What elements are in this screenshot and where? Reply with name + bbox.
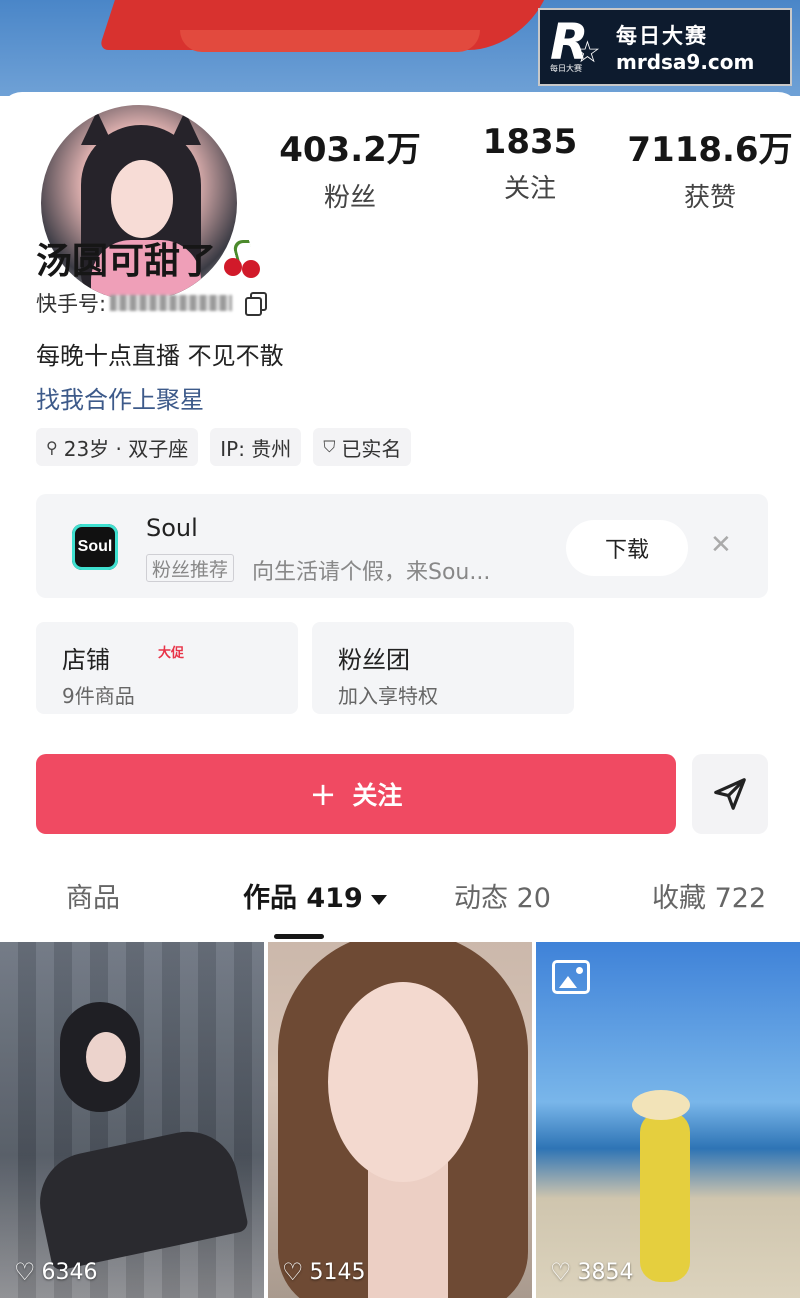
stat-label: 关注: [503, 174, 556, 204]
post-likes: ♡ 5145: [282, 1258, 366, 1286]
post-likes: ♡ 6346: [14, 1258, 98, 1286]
shop-title: 店铺: [62, 646, 110, 674]
search-icon: ⚲: [46, 437, 58, 457]
post-likes: ♡ 3854: [550, 1258, 634, 1286]
heart-icon: ♡: [14, 1258, 36, 1286]
kuaishou-id: 快手号:: [36, 288, 268, 318]
stat-value: 1835: [482, 122, 578, 162]
heart-icon: ♡: [550, 1258, 572, 1286]
ad-app-name: Soul: [146, 514, 198, 542]
like-count: 3854: [577, 1259, 634, 1285]
shop-card[interactable]: 店铺 大促 9件商品: [36, 622, 298, 714]
stat-following[interactable]: 1835 关注: [440, 122, 620, 214]
tab-favorites[interactable]: 收藏 722: [652, 876, 766, 915]
stat-value: 403.2万: [279, 130, 421, 170]
cherry-icon: [222, 238, 262, 278]
ad-card-soul[interactable]: Soul Soul 粉丝推荐 向生活请个假，来Sou... 下载 ✕: [36, 494, 768, 598]
watermark: R ☆ 每日大赛 每日大赛 mrdsa9.com: [538, 8, 792, 86]
ad-description: 向生活请个假，来Sou...: [252, 560, 491, 585]
stat-label: 获赞: [683, 183, 736, 213]
works-grid: ♡ 6346 ♡ 5145 ♡ 3854: [0, 942, 800, 1298]
tag-verified: ⛉ 已实名: [313, 428, 412, 466]
collab-link[interactable]: 找我合作上聚星: [36, 380, 204, 415]
tag-ip: IP: 贵州: [210, 428, 302, 466]
follow-button[interactable]: + 关注: [36, 754, 676, 834]
profile-tags: ⚲ 23岁 · 双子座 IP: 贵州 ⛉ 已实名: [36, 428, 412, 466]
profile-card: 403.2万 粉丝 1835 关注 7118.6万 获赞 汤圆可甜了 快手号: …: [0, 92, 800, 1298]
post-thumbnail[interactable]: ♡ 5145: [268, 942, 532, 1298]
fan-club-title: 粉丝团: [338, 646, 410, 674]
caret-down-icon: [370, 894, 387, 905]
stat-likes[interactable]: 7118.6万 获赞: [620, 122, 800, 214]
post-thumbnail[interactable]: ♡ 6346: [0, 942, 264, 1298]
soul-app-icon: Soul: [72, 524, 118, 570]
close-icon[interactable]: ✕: [710, 530, 732, 560]
stat-value: 7118.6万: [627, 130, 793, 170]
banner-flag-fold: [180, 30, 480, 52]
watermark-brand: 每日大赛: [616, 24, 708, 48]
heart-icon: ♡: [282, 1258, 304, 1286]
shop-subtitle: 9件商品: [62, 684, 135, 708]
watermark-logo-sub: 每日大赛: [550, 64, 582, 73]
plus-icon: +: [309, 775, 337, 813]
profile-stats: 403.2万 粉丝 1835 关注 7118.6万 获赞: [260, 122, 800, 214]
profile-banner: R ☆ 每日大赛 每日大赛 mrdsa9.com: [0, 0, 800, 96]
fan-club-subtitle: 加入享特权: [338, 684, 438, 708]
image-set-icon: [552, 960, 590, 994]
tag-label: IP: 贵州: [220, 436, 292, 461]
ad-badge: 粉丝推荐: [146, 554, 235, 582]
follow-label: 关注: [352, 781, 403, 810]
bio-text: 每晚十点直播 不见不散: [36, 342, 284, 370]
tag-label: 23岁 · 双子座: [63, 436, 189, 461]
content-tabs: 商品 作品 419 动态 20 收藏 722: [0, 876, 800, 939]
watermark-logo: R ☆ 每日大赛: [550, 13, 606, 75]
id-label: 快手号:: [36, 292, 107, 316]
tab-works-label: 作品 419: [243, 883, 363, 914]
tag-age: ⚲ 23岁 · 双子座: [36, 428, 199, 466]
download-button[interactable]: 下载: [566, 520, 688, 576]
id-value-redacted: [110, 295, 233, 311]
stat-followers[interactable]: 403.2万 粉丝: [260, 122, 440, 214]
post-thumbnail[interactable]: ♡ 3854: [536, 942, 800, 1298]
shield-icon: ⛉: [323, 437, 336, 456]
nickname: 汤圆可甜了: [36, 232, 262, 284]
nickname-text: 汤圆可甜了: [36, 241, 217, 282]
stat-label: 粉丝: [323, 183, 376, 213]
share-button[interactable]: [692, 754, 768, 834]
promo-badge: 大促: [158, 646, 185, 661]
fan-club-card[interactable]: 粉丝团 加入享特权: [312, 622, 574, 714]
tab-works[interactable]: 作品 419: [243, 876, 387, 915]
copy-icon[interactable]: [244, 292, 268, 316]
like-count: 5145: [309, 1259, 366, 1285]
active-tab-indicator: [274, 934, 324, 939]
watermark-url: mrdsa9.com: [616, 50, 755, 74]
tag-label: 已实名: [341, 436, 402, 461]
tab-products[interactable]: 商品: [66, 876, 120, 915]
like-count: 6346: [41, 1259, 98, 1285]
tab-moments[interactable]: 动态 20: [454, 876, 551, 915]
send-icon: [714, 778, 746, 810]
